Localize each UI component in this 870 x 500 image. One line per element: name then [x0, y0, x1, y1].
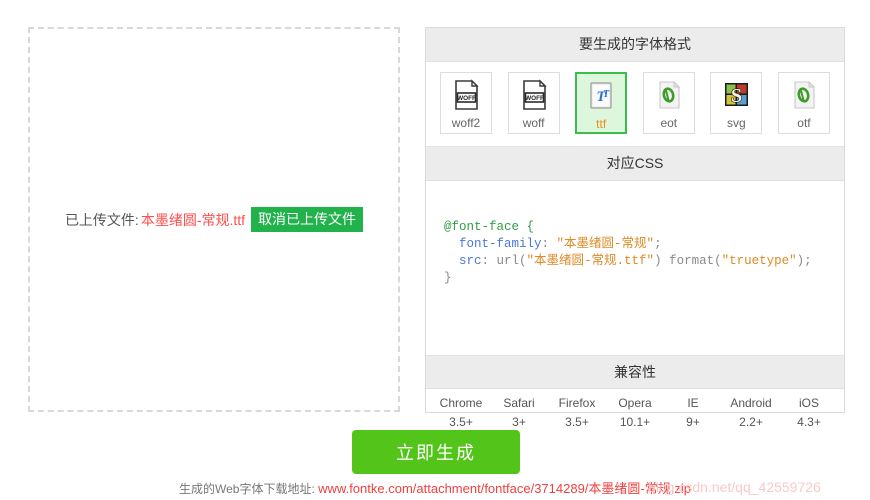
download-link-url[interactable]: www.fontke.com/attachment/fontface/37142…	[318, 481, 691, 496]
font-format-list: WOFF woff2 WOFF woff T T ttf eot S svg o…	[426, 61, 844, 147]
css-value-src-url: "本墨绪圆-常规.ttf"	[526, 253, 655, 268]
compat-browser-version: 3.5+	[565, 415, 589, 430]
format-option-woff2[interactable]: WOFF woff2	[440, 71, 492, 134]
compat-browser-name: Chrome	[439, 396, 483, 411]
compat-browser-version: 2.2+	[739, 415, 763, 430]
truetype-file-icon: T T	[586, 80, 616, 112]
css-code-block: @font-face { font-family: "本墨绪圆-常规"; src…	[444, 219, 812, 285]
svg-text:T: T	[603, 89, 610, 100]
compat-browser-name: IE	[687, 396, 699, 411]
svg-text:WOFF: WOFF	[457, 95, 476, 102]
compat-browser-name: iOS	[798, 396, 819, 411]
css-value-font-family: "本墨绪圆-常规"	[556, 236, 655, 251]
compat-column-firefox: Firefox 3.5+	[548, 394, 606, 432]
cancel-upload-button[interactable]: 取消已上传文件	[251, 207, 364, 232]
compat-column-android: Android 2.2+	[722, 394, 780, 432]
result-panel: 要生成的字体格式 WOFF woff2 WOFF woff T T ttf eo…	[425, 27, 845, 429]
compat-column-ios: iOS 4.3+	[780, 394, 838, 432]
svg-file-icon: S	[721, 79, 751, 111]
css-line-close: }	[444, 270, 452, 285]
css-value-src-format: "truetype"	[721, 253, 797, 268]
opentype-file-icon	[789, 79, 819, 111]
format-option-otf[interactable]: otf	[777, 71, 830, 134]
compat-column-ie: IE 9+	[664, 394, 722, 432]
uploaded-file-row: 已上传文件: 本墨绪圆-常规.ttf 取消已上传文件	[64, 207, 364, 232]
format-option-label: woff	[522, 115, 545, 130]
compat-browser-name: Opera	[618, 396, 652, 411]
css-line-fontface: @font-face {	[444, 219, 535, 234]
format-option-woff[interactable]: WOFF woff	[507, 71, 560, 134]
compat-browser-version: 10.1+	[619, 415, 651, 430]
upload-dropzone-inner: 已上传文件: 本墨绪圆-常规.ttf 取消已上传文件	[30, 29, 398, 410]
woff-file-icon: WOFF	[519, 79, 549, 111]
compat-browser-version: 9+	[686, 415, 700, 430]
upload-dropzone[interactable]: 已上传文件: 本墨绪圆-常规.ttf 取消已上传文件	[28, 27, 400, 412]
css-output-header: 对应CSS	[426, 146, 844, 181]
compat-browser-name: Android	[730, 396, 772, 411]
format-option-ttf[interactable]: T T ttf	[575, 71, 628, 134]
opentype-file-icon	[654, 79, 684, 111]
compat-browser-name: Safari	[503, 396, 535, 411]
font-format-header: 要生成的字体格式	[426, 28, 844, 62]
generate-button[interactable]: 立即生成	[352, 430, 520, 474]
css-prop-src: src	[459, 253, 482, 268]
format-option-eot[interactable]: eot	[642, 71, 695, 134]
format-option-label: eot	[660, 115, 678, 130]
download-link-label: 生成的Web字体下载地址:	[179, 482, 315, 496]
compat-column-opera: Opera 10.1+	[606, 394, 664, 432]
uploaded-file-name: 本墨绪圆-常规.ttf	[140, 211, 246, 228]
compat-browser-version: 4.3+	[797, 415, 821, 430]
svg-text:S: S	[731, 85, 742, 107]
compatibility-header: 兼容性	[426, 355, 844, 390]
format-option-label: ttf	[596, 116, 607, 131]
compat-column-safari: Safari 3+	[490, 394, 548, 432]
download-link-row: 生成的Web字体下载地址: www.fontke.com/attachment/…	[0, 478, 870, 497]
uploaded-file-label: 已上传文件:	[64, 211, 139, 228]
compat-column-chrome: Chrome 3.5+	[432, 394, 490, 432]
compat-browser-name: Firefox	[558, 396, 596, 411]
css-prop-font-family: font-family	[459, 236, 542, 251]
format-option-svg[interactable]: S svg	[710, 71, 763, 134]
svg-text:WOFF: WOFF	[525, 95, 544, 102]
format-option-label: svg	[727, 115, 746, 130]
css-output-area[interactable]: @font-face { font-family: "本墨绪圆-常规"; src…	[426, 180, 844, 356]
woff-file-icon: WOFF	[451, 79, 481, 111]
format-option-label: otf	[797, 115, 811, 130]
format-option-label: woff2	[451, 115, 481, 130]
page-root: 已上传文件: 本墨绪圆-常规.ttf 取消已上传文件 要生成的字体格式 WOFF	[0, 0, 870, 500]
